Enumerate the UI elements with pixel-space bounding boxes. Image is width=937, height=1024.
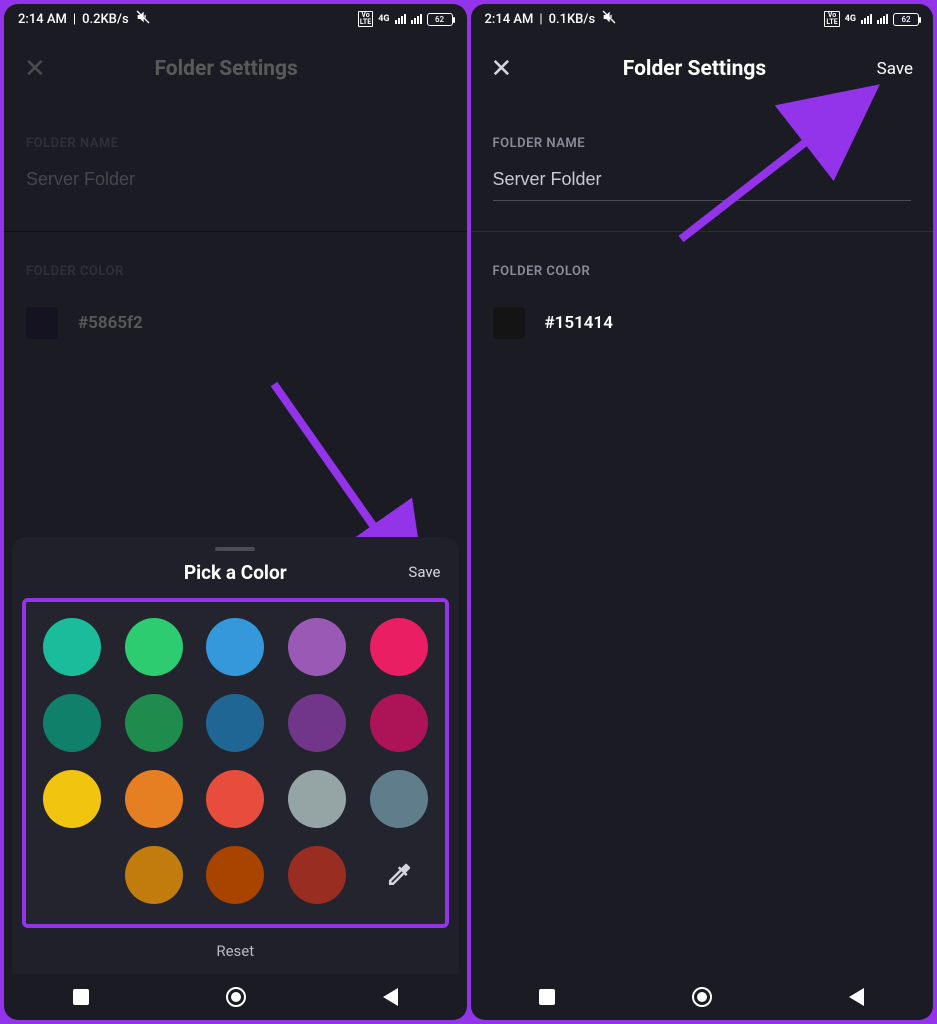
- network-4g: 4G: [845, 15, 856, 24]
- color-swatch[interactable]: [125, 618, 183, 676]
- android-navbar: [471, 974, 934, 1020]
- nav-recent-button[interactable]: [539, 989, 555, 1005]
- folder-name-input[interactable]: [493, 161, 912, 201]
- status-time: 2:14 AM: [18, 12, 67, 27]
- status-bar: 2:14 AM | 0.2KB/s VoLTE 4G 62: [4, 4, 467, 34]
- folder-color-label: FOLDER COLOR: [4, 232, 467, 289]
- android-navbar: [4, 974, 467, 1020]
- color-swatch[interactable]: [125, 770, 183, 828]
- color-swatch[interactable]: [43, 618, 101, 676]
- color-swatch[interactable]: [125, 846, 183, 904]
- battery-icon: 62: [427, 13, 453, 26]
- phone-left: 2:14 AM | 0.2KB/s VoLTE 4G 62 ✕ Folder S…: [4, 4, 467, 1020]
- nav-home-button[interactable]: [692, 987, 712, 1007]
- folder-name-label: FOLDER NAME: [4, 104, 467, 161]
- color-swatch[interactable]: [288, 770, 346, 828]
- status-bar: 2:14 AM | 0.1KB/s VoLTE 4G 62: [471, 4, 934, 34]
- signal-bars-icon: [395, 14, 406, 24]
- folder-color-hex: #151414: [545, 313, 613, 333]
- folder-color-swatch: [26, 307, 58, 339]
- volte-icon: VoLTE: [358, 11, 373, 27]
- sheet-title: Pick a Color: [184, 561, 287, 584]
- page-title: Folder Settings: [623, 57, 766, 81]
- close-icon[interactable]: ✕: [491, 56, 513, 82]
- reset-button[interactable]: Reset: [12, 932, 459, 960]
- folder-name-label: FOLDER NAME: [471, 104, 934, 161]
- signal-bars-icon: [861, 14, 872, 24]
- color-swatch[interactable]: [43, 770, 101, 828]
- signal-bars-icon: [877, 14, 888, 24]
- status-speed: 0.1KB/s: [549, 12, 596, 27]
- color-swatch[interactable]: [43, 694, 101, 752]
- sheet-handle[interactable]: [215, 547, 255, 551]
- page-title: Folder Settings: [154, 57, 297, 81]
- nav-back-button[interactable]: [849, 988, 864, 1006]
- color-swatch[interactable]: [288, 618, 346, 676]
- nav-back-button[interactable]: [383, 988, 398, 1006]
- status-time: 2:14 AM: [485, 12, 534, 27]
- battery-icon: 62: [893, 13, 919, 26]
- volte-icon: VoLTE: [824, 11, 839, 27]
- color-swatch[interactable]: [288, 846, 346, 904]
- folder-name-input[interactable]: [26, 161, 445, 201]
- color-palette: [22, 598, 449, 928]
- folder-color-row[interactable]: #151414: [471, 289, 934, 357]
- color-swatch[interactable]: [370, 694, 428, 752]
- color-swatch[interactable]: [206, 618, 264, 676]
- color-picker-sheet: Pick a Color Save Reset: [12, 537, 459, 974]
- folder-color-hex: #5865f2: [78, 313, 143, 333]
- nav-recent-button[interactable]: [73, 989, 89, 1005]
- folder-color-row[interactable]: #5865f2: [4, 289, 467, 357]
- close-icon[interactable]: ✕: [24, 56, 46, 82]
- app-header: ✕ Folder Settings: [4, 34, 467, 104]
- network-4g: 4G: [378, 15, 389, 24]
- app-header: ✕ Folder Settings Save: [471, 34, 934, 104]
- mute-icon: [601, 9, 617, 29]
- color-swatch[interactable]: [125, 694, 183, 752]
- color-swatch[interactable]: [206, 846, 264, 904]
- color-swatch[interactable]: [206, 694, 264, 752]
- mute-icon: [135, 9, 151, 29]
- phone-right: 2:14 AM | 0.1KB/s VoLTE 4G 62 ✕ Folder S…: [471, 4, 934, 1020]
- color-swatch[interactable]: [288, 694, 346, 752]
- color-swatch[interactable]: [370, 770, 428, 828]
- color-swatch[interactable]: [206, 770, 264, 828]
- sheet-save-button[interactable]: Save: [408, 563, 440, 581]
- save-button[interactable]: Save: [877, 59, 913, 79]
- color-swatch[interactable]: [370, 618, 428, 676]
- folder-color-label: FOLDER COLOR: [471, 232, 934, 289]
- eyedropper-icon[interactable]: [370, 846, 428, 904]
- status-speed: 0.2KB/s: [82, 12, 129, 27]
- signal-bars-icon: [411, 14, 422, 24]
- folder-color-swatch: [493, 307, 525, 339]
- nav-home-button[interactable]: [226, 987, 246, 1007]
